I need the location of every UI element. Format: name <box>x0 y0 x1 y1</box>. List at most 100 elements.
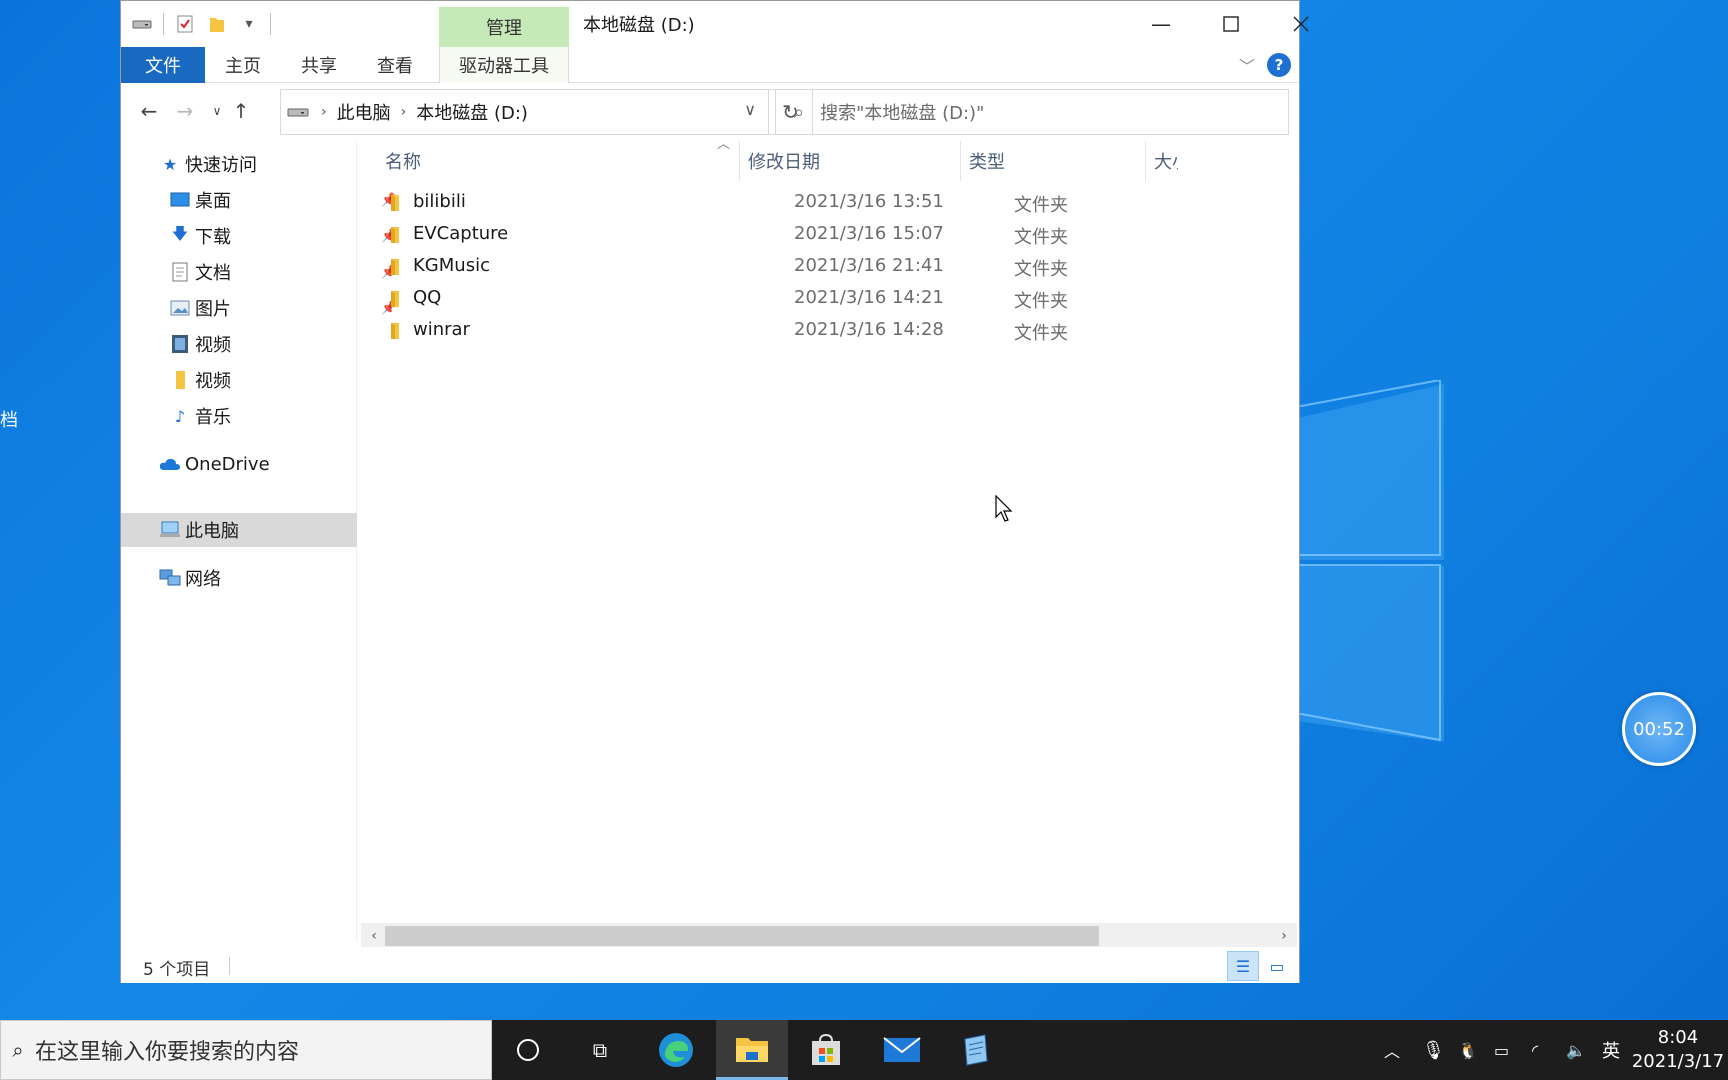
file-row[interactable]: KGMusic 2021/3/16 21:41 文件夹 <box>359 251 1299 283</box>
desktop-icon-label[interactable]: 档 <box>0 406 18 432</box>
minimize-button[interactable]: — <box>1126 1 1196 47</box>
file-row[interactable]: bilibili 2021/3/16 13:51 文件夹 <box>359 187 1299 219</box>
taskbar-notepad-app[interactable] <box>940 1020 1012 1080</box>
horizontal-scrollbar[interactable]: ‹ › <box>361 923 1297 949</box>
wifi-icon: ◜ <box>1532 1040 1539 1060</box>
tray-volume[interactable]: 🔈 <box>1566 1020 1586 1080</box>
taskbar-store[interactable] <box>790 1020 862 1080</box>
back-button[interactable]: ← <box>135 97 163 125</box>
folder-icon <box>391 227 399 243</box>
nav-quick-access[interactable]: ★ 快速访问 <box>159 147 257 181</box>
taskbar-search-input[interactable]: 在这里输入你要搜索的内容 <box>35 1034 299 1066</box>
file-name[interactable]: KGMusic <box>413 255 490 276</box>
scroll-left-button[interactable]: ‹ <box>363 925 385 947</box>
tab-drive-tools[interactable]: 驱动器工具 <box>439 47 569 83</box>
file-row[interactable]: EVCapture 2021/3/16 15:07 文件夹 <box>359 219 1299 251</box>
clock-time: 8:04 <box>1657 1027 1699 1048</box>
nav-label: 图片 <box>195 299 231 320</box>
breadcrumb-this-pc[interactable]: 此电脑 <box>337 99 391 125</box>
nav-item-music[interactable]: ♪ 音乐 <box>169 399 231 433</box>
customize-toolbar-icon[interactable]: ▾ <box>238 13 260 35</box>
chevron-down-icon: ∨ <box>744 100 756 119</box>
tab-home[interactable]: 主页 <box>205 47 281 83</box>
tray-ime[interactable]: 英 <box>1602 1020 1620 1080</box>
file-date: 2021/3/16 21:41 <box>794 255 944 276</box>
breadcrumb-drive-d[interactable]: 本地磁盘 (D:) <box>416 99 528 125</box>
tab-share[interactable]: 共享 <box>281 47 357 83</box>
file-name[interactable]: bilibili <box>413 191 466 212</box>
file-type: 文件夹 <box>1014 259 1068 280</box>
download-icon: 🡇 <box>171 223 189 243</box>
up-button[interactable]: ↑ <box>227 97 255 125</box>
maximize-button[interactable] <box>1196 1 1266 47</box>
close-button[interactable] <box>1266 1 1336 47</box>
file-row[interactable]: winrar 2021/3/16 14:28 文件夹 <box>359 315 1299 347</box>
music-icon: ♪ <box>174 406 186 426</box>
taskbar-search-box[interactable]: ⌕ 在这里输入你要搜索的内容 <box>0 1020 492 1080</box>
file-name[interactable]: EVCapture <box>413 223 508 244</box>
manage-context-tab[interactable]: 管理 <box>439 7 569 47</box>
taskbar-edge[interactable] <box>640 1020 712 1080</box>
help-button[interactable]: ? <box>1267 53 1291 77</box>
tray-battery[interactable]: ▭ <box>1494 1020 1509 1080</box>
address-bar[interactable]: › 此电脑 › 本地磁盘 (D:) ∨ <box>280 89 769 135</box>
task-view-button[interactable]: ⧉ <box>564 1020 636 1080</box>
column-header-size-label: 大小 <box>1154 152 1178 173</box>
tab-file[interactable]: 文件 <box>121 47 205 83</box>
nav-network[interactable]: 网络 <box>159 561 221 595</box>
taskbar-clock[interactable]: 8:04 2021/3/17 <box>1628 1026 1728 1074</box>
show-hidden-icons-button[interactable]: ︿ <box>1384 1020 1400 1080</box>
column-header-type[interactable]: 类型 <box>961 141 1145 181</box>
maximize-icon <box>1223 16 1239 32</box>
nav-item-videos-folder[interactable]: 视频 <box>169 363 231 397</box>
column-header-name[interactable]: 名称 <box>359 141 739 181</box>
new-folder-icon[interactable] <box>206 13 228 35</box>
scroll-right-button[interactable]: › <box>1273 925 1295 947</box>
details-view-icon: ☰ <box>1235 956 1251 976</box>
taskbar-file-explorer[interactable] <box>716 1020 788 1080</box>
scrollbar-thumb[interactable] <box>385 926 1099 946</box>
file-name[interactable]: winrar <box>413 319 470 340</box>
nav-item-documents[interactable]: 文档 📌 <box>169 255 397 289</box>
cortana-button[interactable] <box>492 1020 564 1080</box>
nav-item-videos[interactable]: 视频 <box>169 327 231 361</box>
nav-label: OneDrive <box>185 453 270 475</box>
column-header-size[interactable]: 大小 <box>1146 141 1299 181</box>
nav-item-pictures[interactable]: 图片 📌 <box>169 291 397 325</box>
column-header-date[interactable]: 修改日期 <box>740 141 960 181</box>
tray-qq[interactable]: 🐧 <box>1458 1020 1478 1080</box>
taskbar-mail[interactable] <box>866 1020 938 1080</box>
search-input[interactable]: 搜索"本地磁盘 (D:)" <box>820 99 984 125</box>
tab-view[interactable]: 查看 <box>357 47 433 83</box>
mouse-cursor-icon <box>995 495 1013 522</box>
file-name[interactable]: QQ <box>413 287 441 308</box>
minimize-icon: — <box>1151 12 1171 36</box>
expand-ribbon-button[interactable]: ﹀ <box>1239 53 1255 77</box>
breadcrumb-separator[interactable]: › <box>401 104 407 120</box>
title-bar: ▾ 管理 本地磁盘 (D:) — <box>121 1 1309 47</box>
nav-item-downloads[interactable]: 🡇 下载 📌 <box>169 219 397 253</box>
navigation-pane: ★ 快速访问 桌面 📌 🡇 下载 📌 文档 📌 图片 📌 视频 视频 ♪ 音乐 … <box>121 141 397 941</box>
task-view-icon: ⧉ <box>592 1038 608 1062</box>
cloud-icon <box>159 453 181 475</box>
search-box[interactable]: ⌕ 搜索"本地磁盘 (D:)" <box>775 89 1289 135</box>
chevron-right-icon: › <box>1281 928 1287 944</box>
breadcrumb-separator[interactable]: › <box>321 104 327 120</box>
nav-onedrive[interactable]: OneDrive <box>159 447 270 481</box>
recording-timer[interactable]: 00:52 <box>1622 692 1696 766</box>
nav-this-pc[interactable]: 此电脑 <box>121 513 357 547</box>
star-icon: ★ <box>162 154 178 174</box>
tray-microphone[interactable]: 🎙 <box>1422 1020 1445 1080</box>
search-icon: ⌕ <box>794 101 805 123</box>
ribbon-tabs: 文件 主页 共享 查看 驱动器工具 <box>121 47 1299 83</box>
file-date: 2021/3/16 14:28 <box>794 319 944 340</box>
file-row[interactable]: QQ 2021/3/16 14:21 文件夹 <box>359 283 1299 315</box>
tray-network[interactable]: ◜ <box>1532 1020 1538 1080</box>
details-view-button[interactable]: ☰ <box>1227 951 1259 981</box>
nav-item-desktop[interactable]: 桌面 📌 <box>169 183 397 217</box>
address-history-dropdown[interactable]: ∨ <box>744 100 756 119</box>
properties-icon[interactable] <box>174 13 196 35</box>
forward-button[interactable]: → <box>171 97 199 125</box>
folder-icon <box>736 1037 768 1062</box>
large-icons-view-button[interactable]: ▭ <box>1261 951 1293 981</box>
